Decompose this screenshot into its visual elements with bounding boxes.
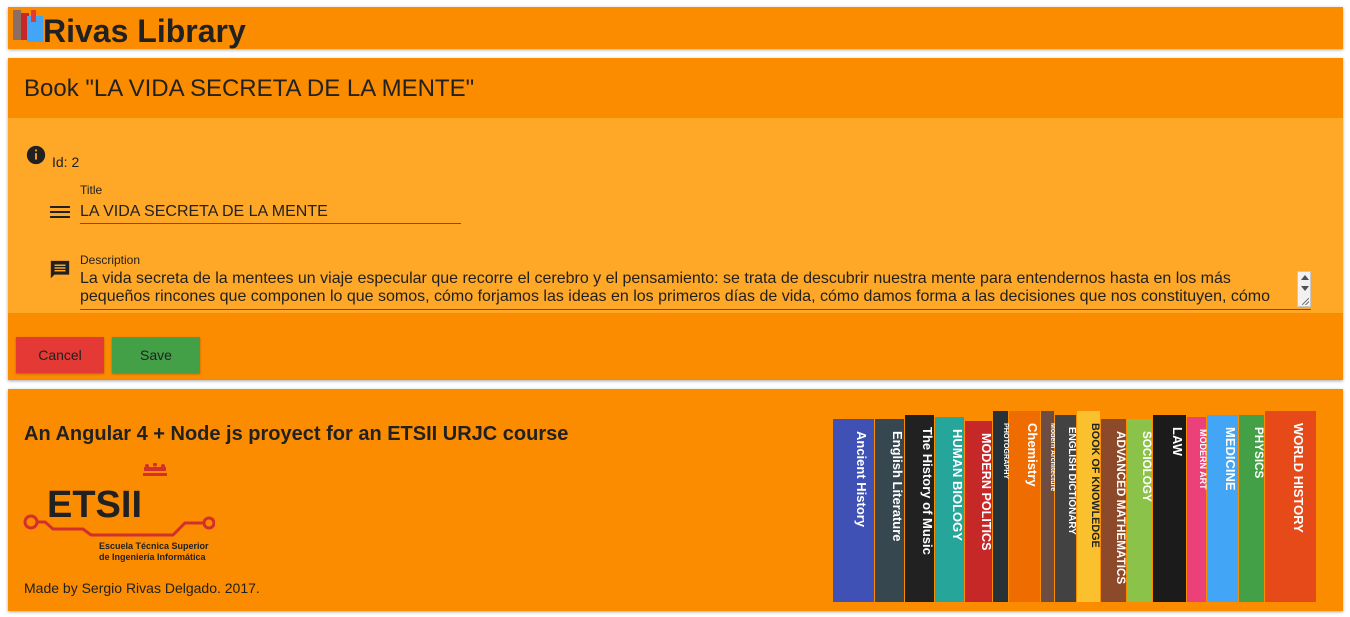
book-card-header: Book "LA VIDA SECRETA DE LA MENTE" (8, 58, 1343, 118)
book-spine-label: SOCIOLOGY (1140, 431, 1153, 502)
scroll-up-arrow-icon[interactable] (1301, 275, 1309, 280)
book-form: Id: 2 Title Description La vida secreta … (8, 118, 1343, 313)
app-toolbar: Rivas Library (8, 7, 1343, 49)
book-spine-label: ENGLISH DICTIONARY (1066, 427, 1077, 535)
book-spine-label: Ancient History (854, 431, 869, 528)
info-icon (26, 145, 46, 165)
description-textarea[interactable]: La vida secreta de la mentees un viaje e… (80, 270, 1311, 310)
book-spine-label: MODERN POLITICS (979, 433, 993, 551)
book-spine-label: PHYSICS (1252, 427, 1265, 479)
book-spine-label: WORLD HISTORY (1291, 423, 1306, 533)
book-spine-label: The History of Music (920, 427, 935, 555)
cancel-button[interactable]: Cancel (16, 337, 104, 373)
book-spine-label: HUMAN BIOLOGY (950, 429, 965, 541)
book-id: Id: 2 (52, 154, 80, 170)
comment-icon (50, 260, 70, 279)
etsii-logo-text: ETSII (47, 484, 142, 526)
book-spine-label: BOOK OF KNOWLEDGE (1089, 423, 1101, 548)
title-label: Title (80, 183, 103, 197)
book-spine-label: Chemistry (1025, 423, 1040, 487)
menu-icon (50, 206, 70, 218)
app-title: Rivas Library (43, 13, 246, 49)
book-spine-label: Modern Architecture (1049, 423, 1056, 491)
book-title-heading: Book "LA VIDA SECRETA DE LA MENTE" (24, 75, 475, 102)
footer: An Angular 4 + Node js proyect for an ET… (8, 389, 1343, 611)
made-by-text: Made by Sergio Rivas Delgado. 2017. (24, 580, 260, 596)
book-card: Book "LA VIDA SECRETA DE LA MENTE" Id: 2… (8, 58, 1343, 380)
description-scrollbar[interactable] (1297, 271, 1311, 307)
description-label: Description (80, 253, 141, 267)
footer-heading: An Angular 4 + Node js proyect for an ET… (24, 423, 569, 445)
book-spine-label: ADVANCED MATHEMATICS (1114, 431, 1127, 584)
book-spine-label: English Literature (890, 431, 905, 542)
book-spine-label: MODERN ART (1198, 429, 1208, 490)
save-button[interactable]: Save (112, 337, 200, 373)
etsii-logo: ETSII Escuela Técnica Superior de Ingeni… (23, 463, 215, 562)
resize-grip-icon[interactable] (1302, 298, 1309, 305)
book-spine-label: MEDICINE (1223, 427, 1238, 491)
title-input[interactable] (80, 200, 461, 224)
etsii-subtitle-2: de Ingeniería Informática (99, 552, 207, 562)
etsii-subtitle-1: Escuela Técnica Superior (99, 541, 209, 551)
scroll-down-arrow-icon[interactable] (1301, 286, 1309, 291)
book-actions: Cancel Save (8, 313, 1343, 380)
book-spine-label: LAW (1170, 427, 1185, 457)
books-image: Ancient History English Literature The His… (833, 411, 1316, 602)
book-spine (1265, 411, 1316, 602)
books-icon (13, 10, 43, 42)
